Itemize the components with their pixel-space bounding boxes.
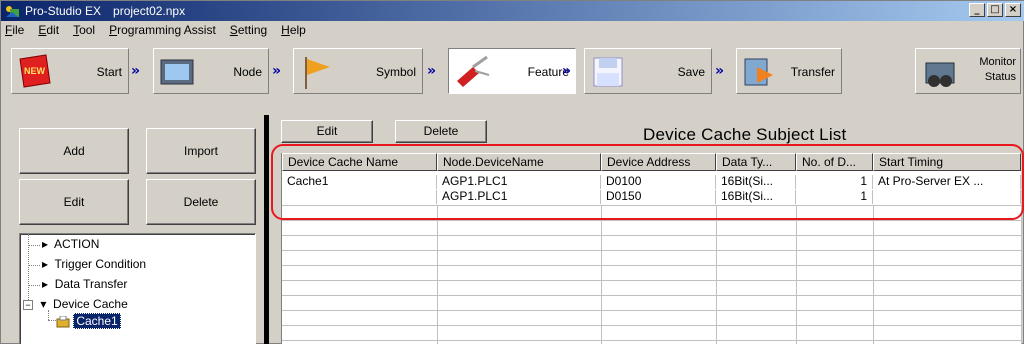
collapsed-arrow-icon: ▸ bbox=[42, 257, 49, 271]
import-button[interactable]: Import bbox=[146, 128, 256, 174]
feature-tree: ▸ ACTION ▸ Trigger Condition ▸ Data Tran… bbox=[19, 233, 256, 344]
pane-splitter[interactable] bbox=[264, 115, 269, 344]
menu-bar: File Edit Tool Programming Assist Settin… bbox=[1, 21, 1024, 39]
title-bar[interactable]: Pro-Studio EX project02.npx _ □ × bbox=[1, 1, 1024, 21]
collapsed-arrow-icon: ▸ bbox=[42, 237, 49, 251]
column-header-node-device-name[interactable]: Node.DeviceName bbox=[437, 153, 601, 171]
minimize-button[interactable]: _ bbox=[969, 3, 985, 17]
menu-tool[interactable]: Tool bbox=[73, 23, 95, 37]
feature-button[interactable]: Feature bbox=[448, 48, 576, 94]
list-title: Device Cache Subject List bbox=[643, 125, 847, 144]
collapse-toggle-icon[interactable]: − bbox=[23, 299, 33, 310]
cell-start-timing bbox=[873, 190, 1021, 204]
chevron-icon: » bbox=[562, 63, 571, 79]
start-button[interactable]: NEW Start bbox=[11, 48, 129, 94]
cell-data-type: 16Bit(Si... bbox=[716, 190, 796, 204]
tree-connector bbox=[48, 320, 56, 321]
cell-device-cache-name bbox=[282, 190, 437, 204]
workflow-toolbar: NEW Start » Node » Symbol » Feature » Sa… bbox=[1, 41, 1024, 115]
display-panel-icon bbox=[158, 53, 196, 91]
table-row[interactable]: AGP1.PLC1 D0150 16Bit(Si... 1 bbox=[282, 190, 1021, 204]
cache-folder-icon bbox=[56, 315, 70, 328]
menu-setting[interactable]: Setting bbox=[230, 23, 267, 37]
column-header-data-type[interactable]: Data Ty... bbox=[716, 153, 796, 171]
tree-connector bbox=[48, 310, 49, 320]
cell-node-device-name: AGP1.PLC1 bbox=[437, 175, 601, 189]
menu-edit[interactable]: Edit bbox=[38, 23, 59, 37]
app-logo-icon bbox=[4, 3, 20, 19]
column-header-no-of-data[interactable]: No. of D... bbox=[796, 153, 873, 171]
app-title: Pro-Studio EX bbox=[25, 4, 102, 18]
menu-file[interactable]: File bbox=[5, 23, 24, 37]
tree-connector bbox=[28, 285, 40, 286]
chevron-icon: » bbox=[131, 63, 140, 79]
cell-no-of-data: 1 bbox=[796, 175, 873, 189]
transfer-button[interactable]: Transfer bbox=[736, 48, 842, 94]
transfer-icon bbox=[741, 53, 779, 91]
table-row[interactable]: Cache1 AGP1.PLC1 D0100 16Bit(Si... 1 At … bbox=[282, 175, 1021, 189]
tree-item-device-cache[interactable]: − ▾ Device Cache bbox=[23, 297, 128, 311]
svg-text:NEW: NEW bbox=[24, 66, 46, 76]
application-window: Pro-Studio EX project02.npx _ □ × File E… bbox=[0, 0, 1024, 344]
grid-header: Device Cache Name Node.DeviceName Device… bbox=[282, 153, 1021, 171]
cell-data-type: 16Bit(Si... bbox=[716, 175, 796, 189]
cell-device-address: D0150 bbox=[601, 190, 716, 204]
grid-lines bbox=[282, 205, 1022, 344]
cell-start-timing: At Pro-Server EX ... bbox=[873, 175, 1021, 189]
new-badge-icon: NEW bbox=[16, 53, 54, 91]
expanded-arrow-icon: ▾ bbox=[40, 297, 47, 311]
column-header-start-timing[interactable]: Start Timing bbox=[873, 153, 1021, 171]
left-edit-button[interactable]: Edit bbox=[19, 179, 129, 225]
monitor-status-label: Monitor Status bbox=[979, 56, 1016, 83]
tree-connector bbox=[28, 265, 40, 266]
save-button[interactable]: Save bbox=[584, 48, 712, 94]
tree-item-trigger-condition[interactable]: ▸ Trigger Condition bbox=[42, 257, 146, 271]
cell-device-address: D0100 bbox=[601, 175, 716, 189]
device-cache-grid: Device Cache Name Node.DeviceName Device… bbox=[281, 153, 1022, 344]
column-header-device-address[interactable]: Device Address bbox=[601, 153, 716, 171]
swiss-knife-icon bbox=[453, 53, 491, 91]
monitor-status-button[interactable]: Monitor Status bbox=[915, 48, 1021, 94]
save-label: Save bbox=[677, 65, 705, 79]
symbol-label: Symbol bbox=[375, 65, 416, 79]
column-header-device-cache-name[interactable]: Device Cache Name bbox=[282, 153, 437, 171]
left-delete-button[interactable]: Delete bbox=[146, 179, 256, 225]
cell-no-of-data: 1 bbox=[796, 190, 873, 204]
project-file-name: project02.npx bbox=[113, 4, 186, 18]
right-delete-button[interactable]: Delete bbox=[395, 120, 487, 143]
cell-device-cache-name: Cache1 bbox=[282, 175, 437, 189]
node-button[interactable]: Node bbox=[153, 48, 269, 94]
close-button[interactable]: × bbox=[1005, 3, 1021, 17]
floppy-disk-icon bbox=[589, 53, 627, 91]
tree-connector bbox=[28, 245, 40, 246]
right-edit-button[interactable]: Edit bbox=[281, 120, 373, 143]
start-label: Start bbox=[96, 65, 122, 79]
menu-help[interactable]: Help bbox=[281, 23, 306, 37]
chevron-icon: » bbox=[272, 63, 281, 79]
add-button[interactable]: Add bbox=[19, 128, 129, 174]
tree-item-action[interactable]: ▸ ACTION bbox=[42, 237, 99, 251]
tree-item-data-transfer[interactable]: ▸ Data Transfer bbox=[42, 277, 127, 291]
collapsed-arrow-icon: ▸ bbox=[42, 277, 49, 291]
menu-programming-assist[interactable]: Programming Assist bbox=[109, 23, 216, 37]
chevron-icon: » bbox=[715, 63, 724, 79]
chevron-icon: » bbox=[427, 63, 436, 79]
transfer-label: Transfer bbox=[790, 65, 835, 79]
node-label: Node bbox=[233, 65, 262, 79]
tree-item-cache1[interactable]: Cache1 bbox=[56, 313, 121, 329]
symbol-button[interactable]: Symbol bbox=[293, 48, 423, 94]
binoculars-icon bbox=[922, 55, 958, 91]
maximize-button[interactable]: □ bbox=[987, 3, 1003, 17]
flag-icon bbox=[298, 53, 336, 91]
cell-node-device-name: AGP1.PLC1 bbox=[437, 190, 601, 204]
